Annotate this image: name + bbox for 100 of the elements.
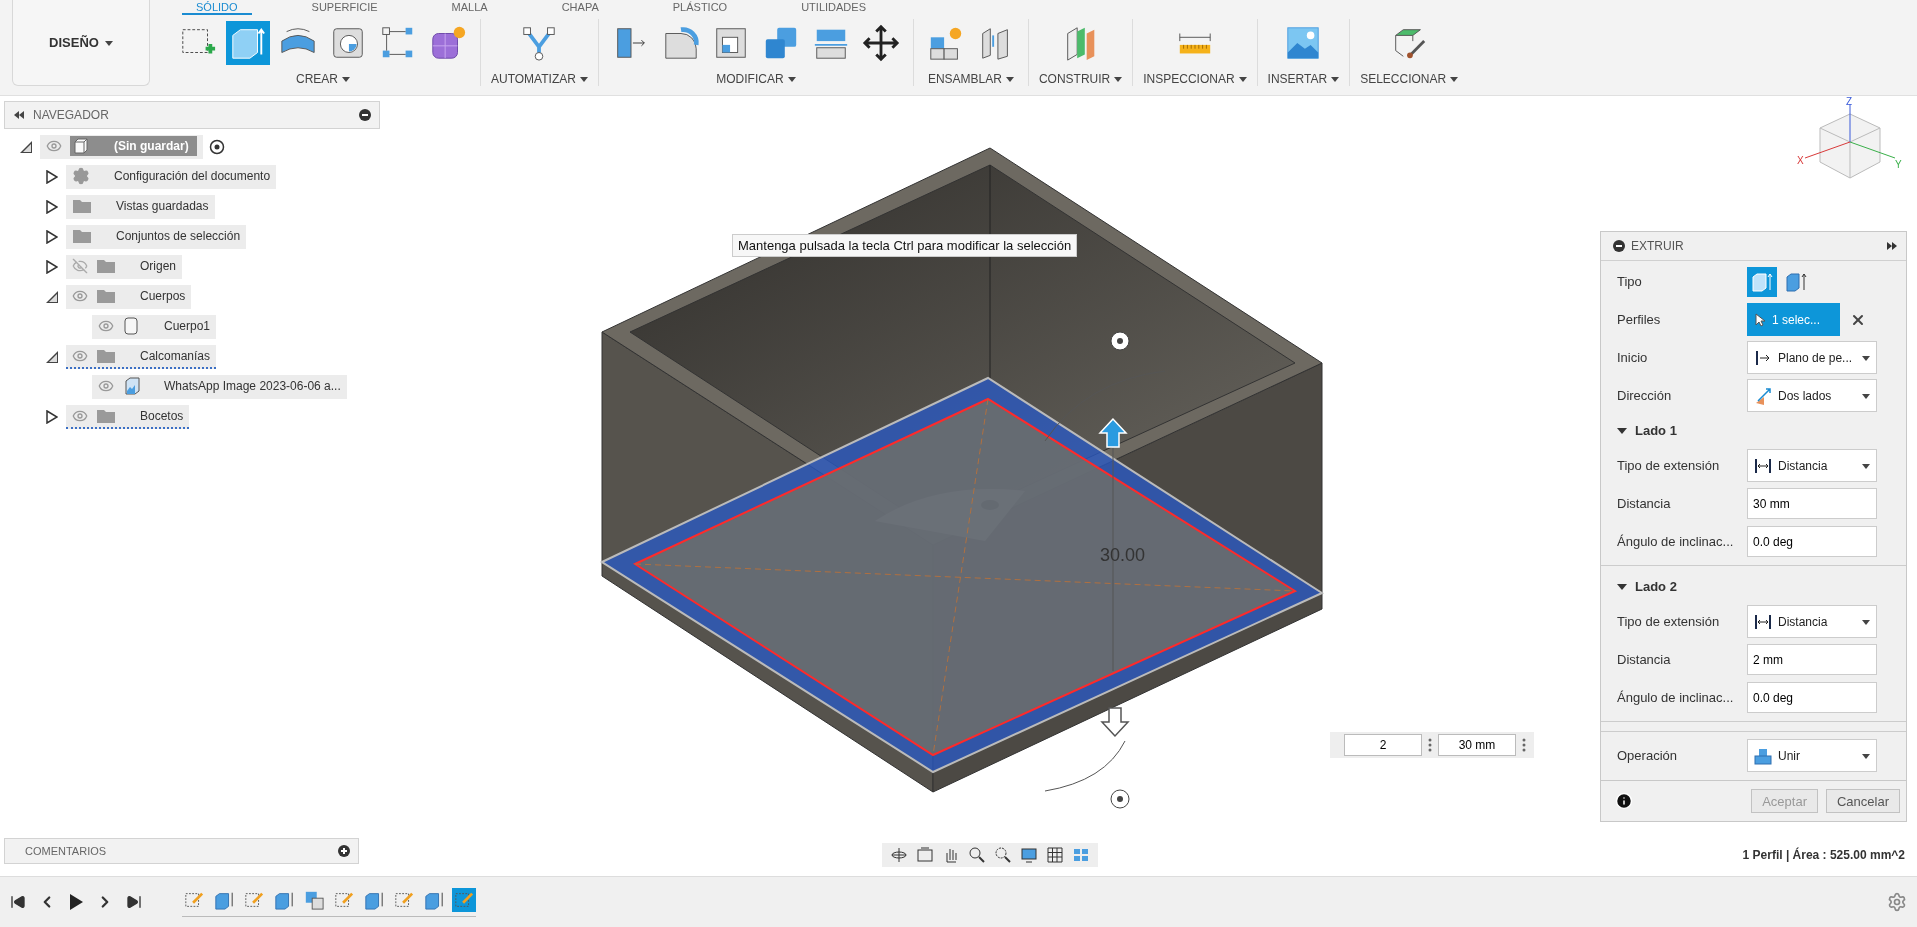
tree-label: Calcomanías [140, 349, 211, 363]
input-field[interactable]: 2 mm [1747, 644, 1877, 675]
workspace-button[interactable]: DISEÑO [12, 0, 150, 86]
eye-icon[interactable] [98, 318, 114, 334]
tool-group-menu[interactable]: MODIFICAR [716, 72, 796, 86]
skip-to-end-icon[interactable] [126, 894, 142, 910]
input-field[interactable]: 0.0 deg [1747, 682, 1877, 713]
tree-label: Conjuntos de selección [116, 229, 241, 243]
collapsed-triangle-icon[interactable] [44, 199, 60, 215]
tree-item[interactable]: Configuración del documento [66, 165, 277, 189]
caret-icon [1331, 75, 1340, 83]
tool-group-menu[interactable]: INSPECCIONAR [1143, 72, 1247, 86]
tool-group-menu[interactable]: AUTOMATIZAR [491, 72, 588, 86]
collapsed-triangle-icon[interactable] [44, 409, 60, 425]
input-field[interactable]: 30 mm [1747, 488, 1877, 519]
toolbar-tab[interactable]: MALLA [437, 1, 502, 15]
tool-group-menu[interactable]: CONSTRUIR [1038, 72, 1123, 86]
expanded-triangle-icon[interactable] [44, 289, 60, 305]
play-icon[interactable] [68, 893, 84, 911]
tree-label: Cuerpos [140, 289, 186, 303]
plus-circle-icon[interactable] [338, 845, 350, 857]
eye-icon[interactable] [72, 408, 88, 424]
star-cube-icon [429, 24, 467, 62]
toolbar-tab[interactable]: CHAPA [547, 1, 613, 15]
expanded-triangle-icon[interactable] [18, 139, 34, 155]
panel-title: NAVEGADOR [33, 108, 109, 122]
display-icon[interactable] [1020, 846, 1038, 864]
section-header[interactable]: Lado 1 [1617, 417, 1898, 444]
radio-dot-icon[interactable] [208, 139, 225, 155]
orbit-icon[interactable] [890, 846, 908, 864]
double-chevron-left-icon[interactable] [13, 109, 25, 121]
zoom-fit-icon[interactable] [994, 846, 1012, 864]
tool-group-menu[interactable]: ENSAMBLAR [927, 72, 1014, 86]
tree-item[interactable]: Vistas guardadas [66, 195, 215, 219]
grid-icon[interactable] [1046, 846, 1064, 864]
tree-item[interactable]: Cuerpo1 [92, 315, 217, 339]
viewports-icon[interactable] [1072, 846, 1090, 864]
dropdown[interactable]: Distancia [1747, 605, 1877, 638]
panel-title: COMENTARIOS [25, 845, 107, 857]
field-label: Tipo de extensión [1617, 458, 1721, 473]
eye-icon[interactable] [46, 138, 62, 154]
dimension-input[interactable]: 30 mm [1438, 734, 1516, 756]
tree-item[interactable]: Origen [66, 255, 183, 279]
tool-group-menu[interactable]: SELECCIONAR [1360, 72, 1459, 86]
zoom-icon[interactable] [968, 846, 986, 864]
stacked-cubes-icon [304, 889, 324, 910]
info-icon[interactable] [1615, 792, 1633, 810]
toolbar-tab[interactable]: UTILIDADES [787, 1, 880, 15]
dropdown[interactable]: Distancia [1747, 449, 1877, 482]
caret-icon [1114, 75, 1123, 83]
tool-group-menu[interactable]: CREAR [296, 72, 350, 86]
eye-icon[interactable] [98, 378, 114, 394]
field-label: Distancia [1617, 652, 1672, 667]
dropdown[interactable]: Plano de pe... [1747, 341, 1877, 374]
caret-icon [1862, 617, 1870, 626]
toolbar-tab[interactable]: SUPERFICIE [297, 1, 392, 15]
view-cube-drawing[interactable]: Z X Y [1795, 96, 1905, 196]
toolbar-tab[interactable]: PLÁSTICO [658, 1, 742, 15]
caret-down-icon [1617, 425, 1627, 436]
timeline-feature[interactable] [452, 887, 476, 912]
tree-item[interactable]: Conjuntos de selección [66, 225, 247, 249]
input-field[interactable]: 0.0 deg [1747, 526, 1877, 557]
eye-icon[interactable] [72, 348, 88, 364]
field-label: Operación [1617, 748, 1678, 763]
caret-down-icon [1617, 581, 1627, 592]
tree-label: Cuerpo1 [164, 319, 211, 333]
collapsed-triangle-icon[interactable] [44, 259, 60, 275]
section-header[interactable]: Lado 2 [1617, 573, 1898, 600]
tree-item[interactable]: Bocetos [66, 405, 190, 429]
field-label: Dirección [1617, 388, 1673, 403]
field-label: Perfiles [1617, 312, 1662, 327]
skip-to-start-icon[interactable] [10, 894, 26, 910]
caret-icon [1450, 75, 1459, 83]
field-label: Tipo de extensión [1617, 614, 1721, 629]
collapsed-triangle-icon[interactable] [44, 169, 60, 185]
more-dots-icon[interactable] [1522, 738, 1526, 752]
dialog-button[interactable]: Cancelar [1825, 789, 1900, 813]
caret-icon [1862, 461, 1870, 470]
tree-item[interactable]: Calcomanías [66, 345, 217, 369]
dropdown[interactable]: Unir [1747, 739, 1877, 772]
caret-icon [104, 38, 113, 47]
double-chevron-right-icon[interactable] [1886, 240, 1898, 252]
minus-circle-icon[interactable] [359, 109, 371, 121]
tool-group-menu[interactable]: INSERTAR [1267, 72, 1340, 86]
eye-icon[interactable] [72, 288, 88, 304]
collapsed-triangle-icon[interactable] [44, 229, 60, 245]
settings-icon[interactable] [1887, 892, 1907, 912]
more-dots-icon[interactable] [1428, 738, 1432, 752]
monitor-frame-icon[interactable] [916, 846, 934, 864]
dropdown[interactable]: Dos lados [1747, 379, 1877, 412]
dimension-input[interactable]: 2 [1344, 734, 1422, 756]
minus-circle-icon[interactable] [1613, 240, 1625, 252]
tree-item[interactable]: WhatsApp Image 2023-06-06 a... [92, 375, 347, 399]
cursor-icon [1753, 312, 1767, 327]
tree-label: (Sin guardar) [114, 139, 189, 153]
tree-item[interactable]: Cuerpos [66, 285, 192, 309]
expanded-triangle-icon[interactable] [44, 349, 60, 365]
solid-extrude-option[interactable] [1747, 266, 1777, 297]
cube-outline-icon [72, 137, 90, 155]
distance-arrow-icon [1754, 612, 1772, 631]
